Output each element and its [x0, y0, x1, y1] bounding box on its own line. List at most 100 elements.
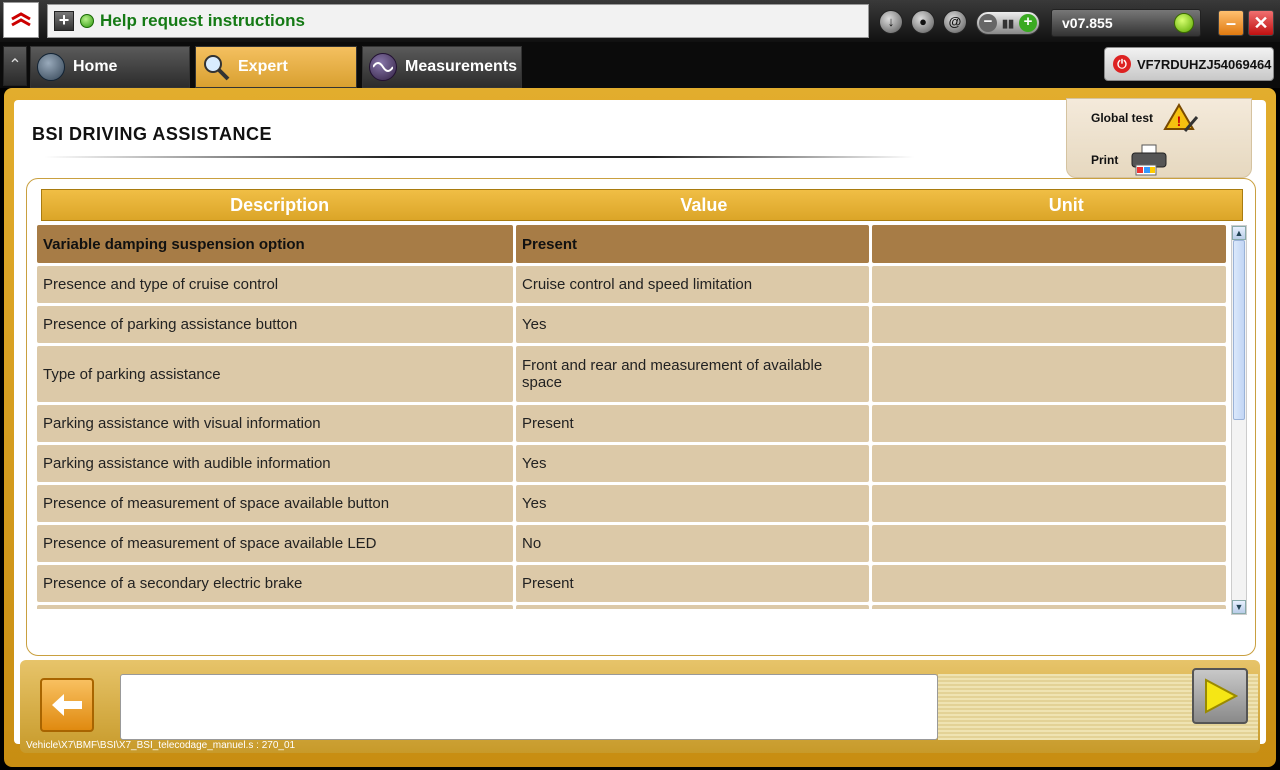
content-panel: BSI DRIVING ASSISTANCE Global test ! Pri…	[14, 98, 1266, 744]
global-test-label: Global test	[1091, 111, 1154, 125]
row-description: Parking assistance with visual informati…	[37, 405, 513, 442]
expand-plus-icon[interactable]: +	[54, 11, 74, 31]
row-description: Presence of a secondary electric brake	[37, 565, 513, 602]
tab-measurements-label: Measurements	[405, 58, 518, 75]
version-text: v07.855	[1062, 15, 1113, 31]
table-row[interactable]: Presence of a secondary electric brake P…	[37, 565, 1229, 602]
next-button[interactable]	[1192, 668, 1248, 724]
table-header: Description Value Unit	[41, 189, 1243, 221]
connection-status-icon	[1174, 13, 1194, 33]
row-value: Yes	[516, 306, 869, 343]
column-header-description: Description	[230, 194, 330, 215]
table-row[interactable]: Type of parking assistance Front and rea…	[37, 346, 1229, 402]
row-unit	[872, 225, 1226, 263]
arrow-left-icon	[52, 694, 82, 716]
status-green-icon	[80, 14, 94, 28]
back-button[interactable]	[40, 678, 94, 732]
row-description-partial	[37, 605, 513, 609]
row-unit	[872, 306, 1226, 343]
scrollbar-thumb[interactable]	[1233, 240, 1245, 420]
print-button[interactable]: Print	[1091, 143, 1170, 177]
top-bar: + Help request instructions ↓ ● @ − ▮▮ +…	[0, 0, 1280, 42]
row-value: Yes	[516, 485, 869, 522]
side-actions: Global test ! Print	[1066, 98, 1252, 178]
row-unit	[872, 266, 1226, 303]
play-next-icon	[1205, 678, 1238, 714]
warning-test-icon: !	[1163, 103, 1199, 132]
row-unit	[872, 565, 1226, 602]
table-scrollbar[interactable]: ▲ ▼	[1231, 225, 1247, 615]
power-icon: ⏻	[1113, 55, 1131, 73]
table-row[interactable]: Presence and type of cruise control Crui…	[37, 266, 1229, 303]
tab-expert-label: Expert	[238, 58, 288, 75]
row-unit	[872, 346, 1226, 402]
tab-bar: ⌃ Home Expert Measurements ⏻ VF7RDUHZJ54…	[0, 42, 1280, 88]
volume-control[interactable]: − ▮▮ +	[976, 11, 1040, 35]
svg-text:!: !	[1177, 113, 1182, 129]
row-value: Present	[516, 565, 869, 602]
version-display: v07.855	[1051, 9, 1201, 37]
page-title: BSI DRIVING ASSISTANCE	[32, 124, 273, 144]
row-description: Type of parking assistance	[37, 346, 513, 402]
column-header-unit: Unit	[1048, 194, 1084, 215]
row-description: Variable damping suspension option	[37, 225, 513, 263]
tab-expert[interactable]: Expert	[195, 46, 357, 88]
vin-button[interactable]: ⏻ VF7RDUHZJ54069464	[1104, 47, 1274, 81]
volume-up-button[interactable]: +	[1018, 14, 1037, 32]
row-value-partial	[516, 605, 869, 609]
tab-measurements[interactable]: Measurements	[362, 46, 522, 88]
printer-icon	[1131, 144, 1167, 176]
minimize-button[interactable]: –	[1218, 10, 1244, 36]
collapse-arrow-icon[interactable]: ⌃	[3, 46, 27, 86]
row-value: Present	[516, 405, 869, 442]
table-row-partial	[37, 605, 1229, 609]
table-row[interactable]: Parking assistance with audible informat…	[37, 445, 1229, 482]
magnifier-icon	[204, 55, 230, 81]
tab-home-label: Home	[73, 58, 118, 75]
row-unit-partial	[872, 605, 1226, 609]
table-row[interactable]: Presence of measurement of space availab…	[37, 485, 1229, 522]
table-row[interactable]: Parking assistance with visual informati…	[37, 405, 1229, 442]
row-description: Presence of measurement of space availab…	[37, 485, 513, 522]
user-icon[interactable]: ●	[911, 10, 935, 34]
row-unit	[872, 445, 1226, 482]
download-icon[interactable]: ↓	[879, 10, 903, 34]
message-box	[120, 674, 938, 740]
table-row[interactable]: Presence of parking assistance button Ye…	[37, 306, 1229, 343]
row-unit	[872, 525, 1226, 562]
global-test-button[interactable]: Global test !	[1091, 103, 1199, 133]
row-description: Presence and type of cruise control	[37, 266, 513, 303]
scroll-down-icon[interactable]: ▼	[1232, 600, 1246, 614]
row-value: Front and rear and measurement of availa…	[516, 346, 869, 402]
citroen-chevrons-icon	[11, 12, 31, 27]
row-value: Yes	[516, 445, 869, 482]
row-value: No	[516, 525, 869, 562]
waveform-icon	[369, 53, 397, 81]
title-divider	[44, 156, 914, 158]
row-value: Present	[516, 225, 869, 263]
row-value: Cruise control and speed limitation	[516, 266, 869, 303]
column-header-value: Value	[680, 194, 728, 215]
print-label: Print	[1091, 153, 1119, 167]
table-row[interactable]: Variable damping suspension option Prese…	[37, 225, 1229, 263]
help-request-bar[interactable]: + Help request instructions	[47, 4, 869, 38]
at-mail-icon[interactable]: @	[943, 10, 967, 34]
row-unit	[872, 405, 1226, 442]
citroen-logo	[3, 2, 39, 38]
volume-bars-icon: ▮▮	[1001, 17, 1015, 30]
vin-text: VF7RDUHZJ54069464	[1137, 56, 1272, 72]
row-description: Presence of parking assistance button	[37, 306, 513, 343]
volume-down-button[interactable]: −	[979, 14, 997, 32]
parameter-table-frame: Description Value Unit Variable damping …	[26, 178, 1256, 656]
row-unit	[872, 485, 1226, 522]
help-request-text: Help request instructions	[100, 11, 305, 30]
row-description: Parking assistance with audible informat…	[37, 445, 513, 482]
home-gauge-icon	[37, 53, 65, 81]
table-row[interactable]: Presence of measurement of space availab…	[37, 525, 1229, 562]
close-button[interactable]: ✕	[1248, 10, 1274, 36]
row-description: Presence of measurement of space availab…	[37, 525, 513, 562]
table-body: Variable damping suspension option Prese…	[37, 225, 1229, 609]
script-path: Vehicle\X7\BMF\BSI\X7_BSI_telecodage_man…	[26, 740, 296, 751]
tab-home[interactable]: Home	[30, 46, 190, 88]
scroll-up-icon[interactable]: ▲	[1232, 226, 1246, 240]
